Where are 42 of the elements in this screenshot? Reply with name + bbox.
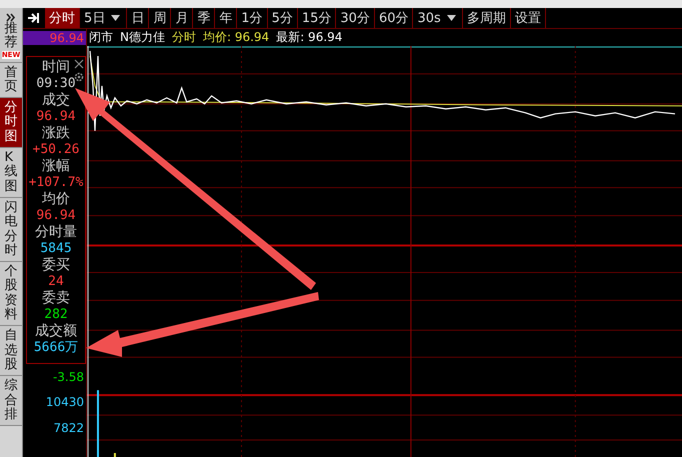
info-label: 委卖: [42, 290, 70, 307]
current-price-tag: 96.94: [23, 31, 86, 45]
latest-price: 最新: 96.94: [276, 29, 342, 46]
info-value: 96.94: [36, 109, 76, 125]
volume-bar: [114, 453, 116, 457]
period-tab[interactable]: 分时: [45, 8, 80, 28]
info-label: 涨跌: [42, 125, 70, 142]
info-label: 成交额: [35, 323, 77, 340]
settings-icon[interactable]: [74, 72, 84, 82]
chart-mode: 分时: [172, 29, 196, 46]
info-value: +50.26: [32, 142, 80, 158]
volume-bar: [96, 390, 99, 457]
info-value: 09:30: [36, 76, 76, 92]
info-value: 96.94: [36, 208, 76, 224]
info-value: 282: [44, 307, 68, 323]
axis-label: -3.58: [52, 370, 84, 384]
sidebar-tab[interactable]: 闪电分时: [0, 198, 22, 262]
info-label: 时间: [42, 59, 70, 76]
close-icon[interactable]: [74, 59, 84, 69]
caret-icon: [446, 15, 456, 21]
caret-icon: [111, 15, 120, 21]
sidebar-tab[interactable]: 自选股: [0, 326, 22, 376]
stock-name: N德力佳: [120, 29, 165, 46]
sidebar-tab[interactable]: 个股资料: [0, 262, 22, 326]
info-label: 分时量: [35, 224, 77, 241]
sidebar-tab[interactable]: 综合排: [0, 376, 22, 426]
axis-label: 7822: [53, 421, 84, 435]
info-value: 5666万: [34, 340, 78, 356]
info-value: +107.7%: [28, 175, 84, 191]
market-status: 闭市: [89, 29, 113, 46]
average-price: 均价: 96.94: [202, 29, 270, 46]
info-value: 5845: [40, 241, 72, 257]
axis-label: 10430: [46, 395, 84, 409]
info-label: 成交: [42, 92, 70, 109]
info-label: 均价: [42, 191, 70, 208]
sidebar-tab[interactable]: 首页: [0, 62, 22, 98]
sidebar-tab[interactable]: 分时图: [0, 98, 22, 148]
info-label: 涨幅: [42, 158, 70, 175]
info-label: 委买: [42, 257, 70, 274]
sidebar-tab[interactable]: K线图: [0, 148, 22, 198]
expand-icon[interactable]: [6, 11, 16, 20]
info-value: 24: [48, 274, 64, 290]
